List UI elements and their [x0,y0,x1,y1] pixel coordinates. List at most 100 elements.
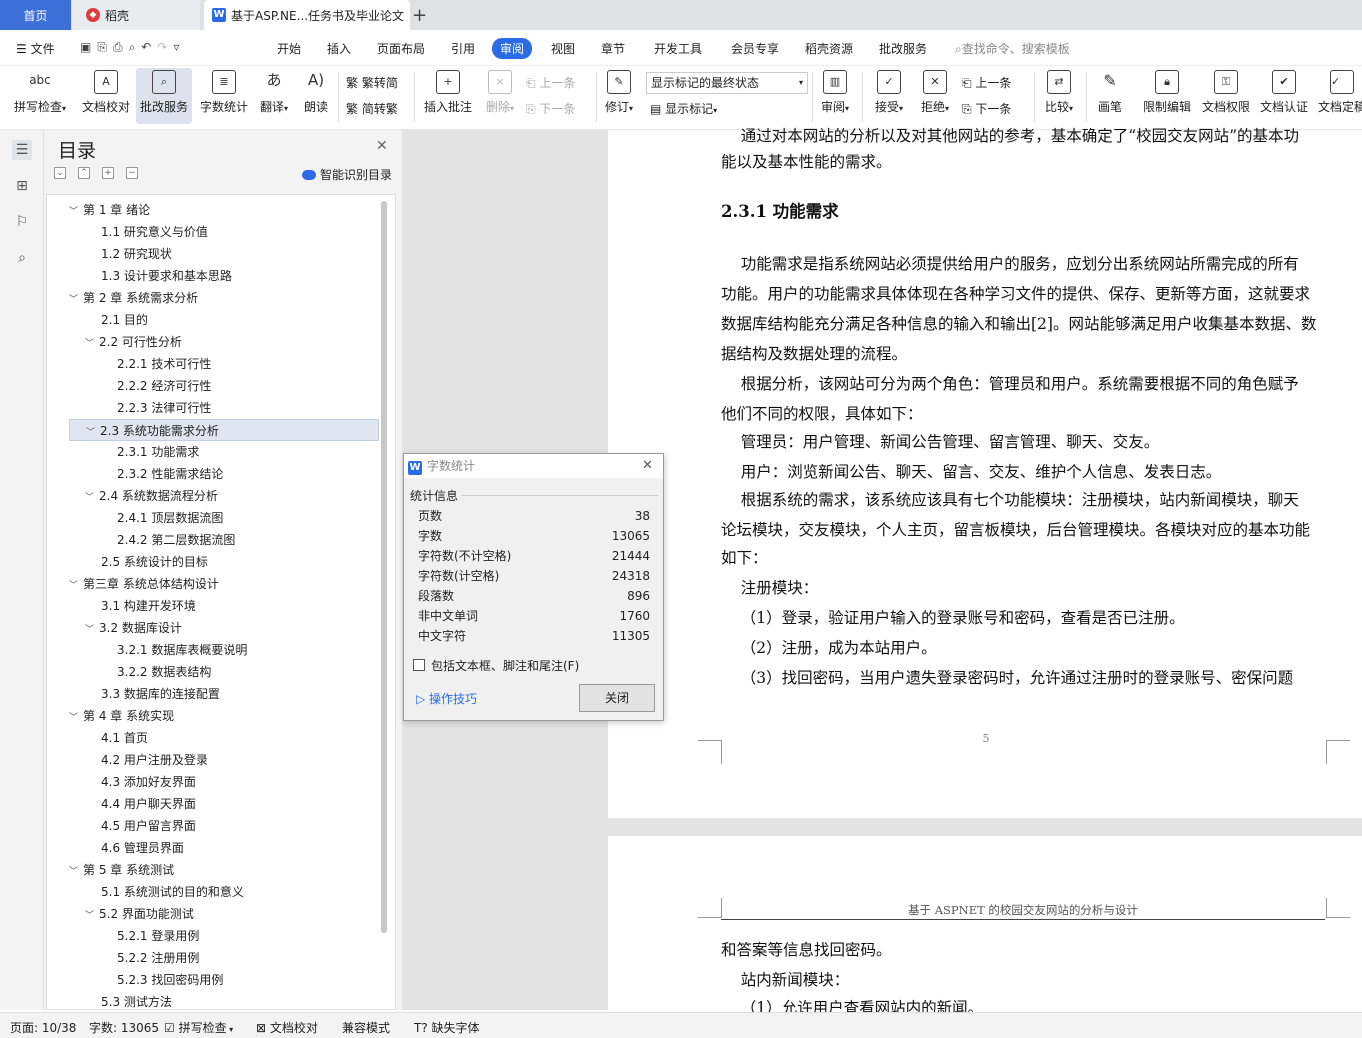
undo-icon[interactable]: ↶ [141,40,157,54]
chevron-down-icon[interactable]: ﹀ [69,201,83,223]
read-aloud-button[interactable]: A) 朗读 [300,70,332,115]
word-count-button[interactable]: ≣ 字数统计 [198,70,250,115]
delete-comment-button[interactable]: × 删除▾ [480,70,520,115]
toc-item[interactable]: 2.2.2 经济可行性 [69,375,379,397]
doc-permission-button[interactable]: ⚿ 文档权限 [1200,70,1252,115]
menu-developer[interactable]: 开发工具 [654,40,702,57]
document-page[interactable]: 通过对本网站的分析以及对其他网站的参考，基本确定了“校园交友网站”的基本功 能以及… [608,127,1362,818]
menu-daoke-resources[interactable]: 稻壳资源 [805,40,853,57]
toc-item[interactable]: ﹀ 5.2 界面功能测试 [69,903,379,925]
chevron-down-icon[interactable]: ﹀ [69,575,83,597]
smart-toc-button[interactable]: 智能识别目录 [302,166,392,183]
spell-check-button[interactable]: abc 拼写检查▾ [10,70,70,115]
page-indicator[interactable]: 页面: 10/38 [10,1019,76,1036]
reject-button[interactable]: ✕ 拒绝▾ [916,70,954,115]
missing-font-button[interactable]: T? 缺失字体 [414,1019,480,1036]
doc-certify-button[interactable]: ✔ 文档认证 [1258,70,1310,115]
prev-comment-button[interactable]: ⎗ 上一条 [526,74,575,91]
toc-item[interactable]: 4.6 管理员界面 [69,837,379,859]
menu-view[interactable]: 视图 [551,40,575,57]
toc-item[interactable]: ﹀ 第 4 章 系统实现 [69,705,379,727]
toc-item[interactable]: 2.1 目的 [69,309,379,331]
tab-document[interactable]: W 基于ASP.NE...任务书及毕业论文 [204,0,410,30]
toc-item[interactable]: 2.3.2 性能需求结论 [69,463,379,485]
customize-dropdown-icon[interactable]: ▿ [173,40,185,54]
toc-scrollbar[interactable] [381,201,387,933]
toc-item[interactable]: 3.1 构建开发环境 [69,595,379,617]
toc-item[interactable]: 4.3 添加好友界面 [69,771,379,793]
quick-access-toolbar[interactable]: ▣⎘⎙⌕↶↷▿ [80,40,185,55]
toc-item[interactable]: 1.2 研究现状 [69,243,379,265]
toc-item[interactable]: ﹀ 2.3 系统功能需求分析 [69,419,379,441]
toc-item[interactable]: 3.2.2 数据表结构 [69,661,379,683]
chevron-down-icon[interactable]: ﹀ [69,861,83,883]
toc-item[interactable]: 5.3 测试方法 [69,991,379,1009]
tab-home[interactable]: 首页 [0,0,71,30]
track-changes-button[interactable]: ✎ 修订▾ [600,70,638,115]
trad-to-simp-button[interactable]: 繁 繁转简 [346,74,398,91]
prev-change-button[interactable]: ⎗ 上一条 [962,74,1011,91]
toc-item[interactable]: 2.4.2 第二层数据流图 [69,529,379,551]
menu-start[interactable]: 开始 [277,40,301,57]
expand-all-icon[interactable]: ⌃ [78,167,90,179]
toc-item[interactable]: 4.4 用户聊天界面 [69,793,379,815]
bookmark-icon[interactable]: ⚐ [12,212,32,232]
word-count-indicator[interactable]: 字数: 13065 [89,1019,159,1036]
save-icon[interactable]: ▣ [80,40,97,54]
toc-item[interactable]: 3.3 数据库的连接配置 [69,683,379,705]
pen-button[interactable]: ✎ 画笔 [1094,70,1126,115]
menu-member[interactable]: 会员专享 [731,40,779,57]
toc-item[interactable]: 4.2 用户注册及登录 [69,749,379,771]
review-pane-button[interactable]: ▥ 审阅▾ [816,70,854,115]
remove-heading-icon[interactable]: − [126,167,138,179]
toc-item[interactable]: ﹀ 2.4 系统数据流程分析 [69,485,379,507]
print-preview-icon[interactable]: ⌕ [129,40,142,54]
collapse-all-icon[interactable]: ⌄ [54,167,66,179]
close-button[interactable]: 关闭 [579,684,655,712]
toc-item[interactable]: 1.1 研究意义与价值 [69,221,379,243]
document-page[interactable]: 基于 ASPNET 的校园交友网站的分析与设计 和答案等信息找回密码。 站内新闻… [608,836,1362,1017]
next-comment-button[interactable]: ⎘ 下一条 [526,100,575,117]
include-textbox-label[interactable]: 包括文本框、脚注和尾注(F) [431,657,579,674]
close-icon[interactable]: ✕ [642,458,653,473]
markup-state-select[interactable]: 显示标记的最终状态 ▾ [646,72,808,94]
add-heading-icon[interactable]: + [102,167,114,179]
toc-item[interactable]: ﹀ 第 2 章 系统需求分析 [69,287,379,309]
chevron-down-icon[interactable]: ﹀ [69,289,83,311]
toc-item[interactable]: 5.2.3 找回密码用例 [69,969,379,991]
chevron-down-icon[interactable]: ﹀ [69,707,83,729]
chevron-down-icon[interactable]: ﹀ [85,487,99,509]
menu-page-layout[interactable]: 页面布局 [377,40,425,57]
toc-item[interactable]: 2.5 系统设计的目标 [69,551,379,573]
accept-button[interactable]: ✓ 接受▾ [870,70,908,115]
file-menu[interactable]: ☰ 文件 [16,40,55,57]
menu-chapter[interactable]: 章节 [601,40,625,57]
redo-icon[interactable]: ↷ [157,40,173,54]
toc-item[interactable]: 3.2.1 数据库表概要说明 [69,639,379,661]
spell-check-toggle[interactable]: ☑ 拼写检查 ▾ [164,1019,233,1036]
toc-item[interactable]: 1.3 设计要求和基本思路 [69,265,379,287]
doc-finalize-button[interactable]: ✓ 文档定稿 [1318,70,1362,115]
compare-button[interactable]: ⇄ 比较▾ [1040,70,1078,115]
new-tab-button[interactable]: + [412,0,427,30]
menu-review-service[interactable]: 批改服务 [879,40,927,57]
simp-to-trad-button[interactable]: 繁 简转繁 [346,100,398,117]
next-change-button[interactable]: ⎘ 下一条 [962,100,1011,117]
toc-item[interactable]: 5.1 系统测试的目的和意义 [69,881,379,903]
review-service-button[interactable]: ⌕ 批改服务 [136,68,192,124]
proofread-status[interactable]: ⊠ 文档校对 [256,1019,318,1036]
print-icon[interactable]: ⎙ [113,40,129,54]
toc-item[interactable]: 4.5 用户留言界面 [69,815,379,837]
toc-item[interactable]: ﹀ 2.2 可行性分析 [69,331,379,353]
menu-references[interactable]: 引用 [451,40,475,57]
chevron-down-icon[interactable]: ﹀ [85,905,99,927]
proofread-button[interactable]: A 文档校对 [80,70,132,115]
menu-review[interactable]: 审阅 [492,38,533,59]
restrict-editing-button[interactable]: 🔒︎ 限制编辑 [1140,70,1194,115]
include-textbox-checkbox[interactable] [413,659,425,671]
toc-item[interactable]: 2.3.1 功能需求 [69,441,379,463]
command-search[interactable]: ⌕查找命令、搜索模板 [955,40,1070,57]
toc-item[interactable]: 4.1 首页 [69,727,379,749]
toc-item[interactable]: ﹀ 第 1 章 绪论 [69,199,379,221]
toc-item[interactable]: 5.2.1 登录用例 [69,925,379,947]
